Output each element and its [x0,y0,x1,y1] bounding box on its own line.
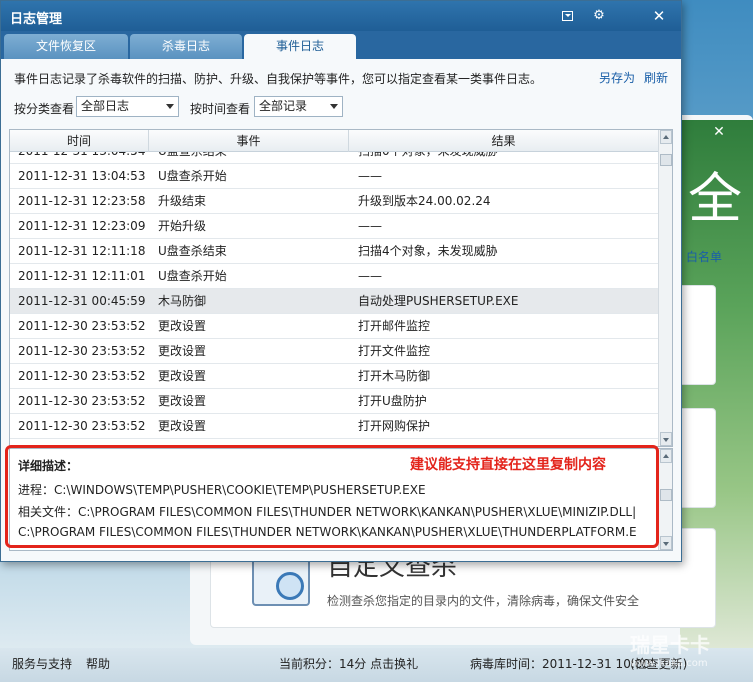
cell-result: 打开U盘防护 [358,394,427,408]
cell-time: 2011-12-31 13:04:53 [18,169,146,183]
cell-event: 木马防御 [158,294,207,308]
table-row[interactable]: 2011-12-31 12:11:01 U盘查杀开始 —— [10,264,658,289]
table-body: 2011-12-31 13:04:54U盘查杀结束扫描0个对象，未发现威胁201… [10,152,658,446]
table-row[interactable]: 2011-12-31 13:04:53 U盘查杀开始 —— [10,164,658,189]
cell-event: 更改设置 [158,319,207,333]
cell-event: U盘查杀开始 [158,269,227,283]
cell-time: 2011-12-30 23:53:52 [18,369,146,383]
title-bar[interactable]: 日志管理 ⚙ ✕ [1,1,681,31]
detail-scrollbar[interactable] [658,449,672,550]
cell-result: 打开文件监控 [358,344,431,358]
table-row[interactable]: 2011-12-31 13:04:54 U盘查杀结束扫描0个对象，未发现威胁 [10,152,658,164]
chevron-down-icon [166,104,174,109]
scroll-up-icon[interactable] [660,449,672,463]
chevron-down-icon [330,104,338,109]
cell-time: 2011-12-30 23:53:52 [18,394,146,408]
cell-result: —— [358,219,382,233]
scroll-down-icon[interactable] [660,536,672,550]
cell-time: 2011-12-30 23:53:52 [18,419,146,433]
cell-event: 更改设置 [158,344,207,358]
cell-result: —— [358,169,382,183]
cell-event: U盘查杀开始 [158,169,227,183]
watermark-logo: 瑞星卡卡 www.ikaka.com [630,633,710,669]
cell-time: 2011-12-31 12:11:01 [18,269,146,283]
table-row[interactable]: 2011-12-30 23:53:52 更改设置 打开U盘防护 [10,389,658,414]
cell-result: 打开邮件监控 [358,319,431,333]
table-row[interactable]: 2011-12-30 23:53:52 更改设置 打开邮件监控 [10,314,658,339]
tab-bar: 文件恢复区 杀毒日志 事件日志 [1,31,681,59]
column-header-result[interactable]: 结果 [349,130,658,152]
cell-time: 2011-12-31 13:04:54 [18,152,149,164]
cell-time: 2011-12-30 23:53:52 [18,319,146,333]
dialog-title: 日志管理 [10,12,63,27]
cell-time: 2011-12-31 12:23:58 [18,194,146,208]
table-row[interactable]: 2011-12-31 00:45:59 木马防御 自动处理PUSHERSETUP.E… [10,289,658,314]
cell-result: 升级到版本24.00.02.24 [358,194,491,208]
column-header-time[interactable]: 时间 [10,130,149,152]
background-whitelist-link[interactable]: 白名单 [686,246,752,268]
time-filter-select[interactable]: 全部记录 [254,96,343,117]
cell-result: 打开网购保护 [358,419,431,433]
table-row[interactable]: 2011-12-31 12:11:18 U盘查杀结束 扫描4个对象，未发现威胁 [10,239,658,264]
cell-result: 扫描4个对象，未发现威胁 [358,244,498,258]
cell-time: 2011-12-31 12:23:09 [18,219,146,233]
table-row[interactable]: 2011-12-31 12:23:09 开始升级 —— [10,214,658,239]
cell-time: 2011-12-30 23:53:52 [18,344,146,358]
table-row[interactable]: 2011-12-30 23:53:52 更改设置 打开网购保护 [10,414,658,439]
service-link[interactable]: 服务与支持 [12,654,72,674]
cell-result: —— [358,269,382,283]
cell-event: U盘查杀结束 [158,152,348,164]
time-filter-label: 按时间查看 [190,102,251,116]
cell-event: 升级结束 [158,194,207,208]
background-big-title: 全 [688,167,742,230]
cell-result: 打开木马防御 [358,369,431,383]
cell-event: 更改设置 [158,419,207,433]
cell-result: 自动处理PUSHERSETUP.EXE [358,294,519,308]
cell-result: 扫描0个对象，未发现威胁 [358,152,658,164]
category-filter-label: 按分类查看 [14,102,75,116]
refresh-link[interactable]: 刷新 [644,69,668,86]
minimize-icon[interactable] [557,6,577,26]
event-log-description: 事件日志记录了杀毒软件的扫描、防护、升级、自我保护等事件，您可以指定查看某一类事… [14,72,543,86]
save-as-link[interactable]: 另存为 [599,69,635,86]
cell-event: 开始升级 [158,219,207,233]
table-header: 时间 事件 结果 [10,130,658,152]
tab-event-log[interactable]: 事件日志 [244,34,356,59]
table-scrollbar[interactable] [658,130,672,446]
cell-time: 2011-12-31 12:11:18 [18,244,146,258]
gear-icon[interactable]: ⚙ [589,6,609,26]
help-link[interactable]: 帮助 [86,654,110,674]
close-icon[interactable]: ✕ [649,6,669,26]
custom-scan-desc: 检测查杀您指定的目录内的文件，清除病毒，确保文件安全 [327,594,640,608]
points-text[interactable]: 当前积分：14分 点击换礼 [279,654,418,674]
cell-time: 2011-12-31 00:45:59 [18,294,146,308]
category-filter-select[interactable]: 全部日志 [76,96,179,117]
scroll-thumb[interactable] [660,154,672,166]
virus-db-time: 病毒库时间：2011-12-31 10:00 [470,657,651,671]
table-row[interactable]: 2011-12-30 23:53:52 更改设置 打开文件监控 [10,339,658,364]
scroll-down-icon[interactable] [660,432,672,446]
cell-event: 更改设置 [158,369,207,383]
event-table: 时间 事件 结果 2011-12-31 13:04:54U盘查杀结束扫描0个对象… [9,129,673,447]
annotation-text: 建议能支持直接在这里复制内容 [410,457,606,473]
tab-file-recovery[interactable]: 文件恢复区 [4,34,128,59]
table-row[interactable]: 2011-12-30 23:53:52 更改设置 打开木马防御 [10,364,658,389]
tab-antivirus-log[interactable]: 杀毒日志 [130,34,242,59]
background-close-icon[interactable]: ✕ [708,122,730,142]
cell-event: U盘查杀结束 [158,244,227,258]
cell-event: 更改设置 [158,394,207,408]
scroll-up-icon[interactable] [660,130,672,144]
scroll-thumb[interactable] [660,489,672,501]
table-row[interactable]: 2011-12-31 12:23:58 升级结束 升级到版本24.00.02.24 [10,189,658,214]
column-header-event[interactable]: 事件 [149,130,349,152]
